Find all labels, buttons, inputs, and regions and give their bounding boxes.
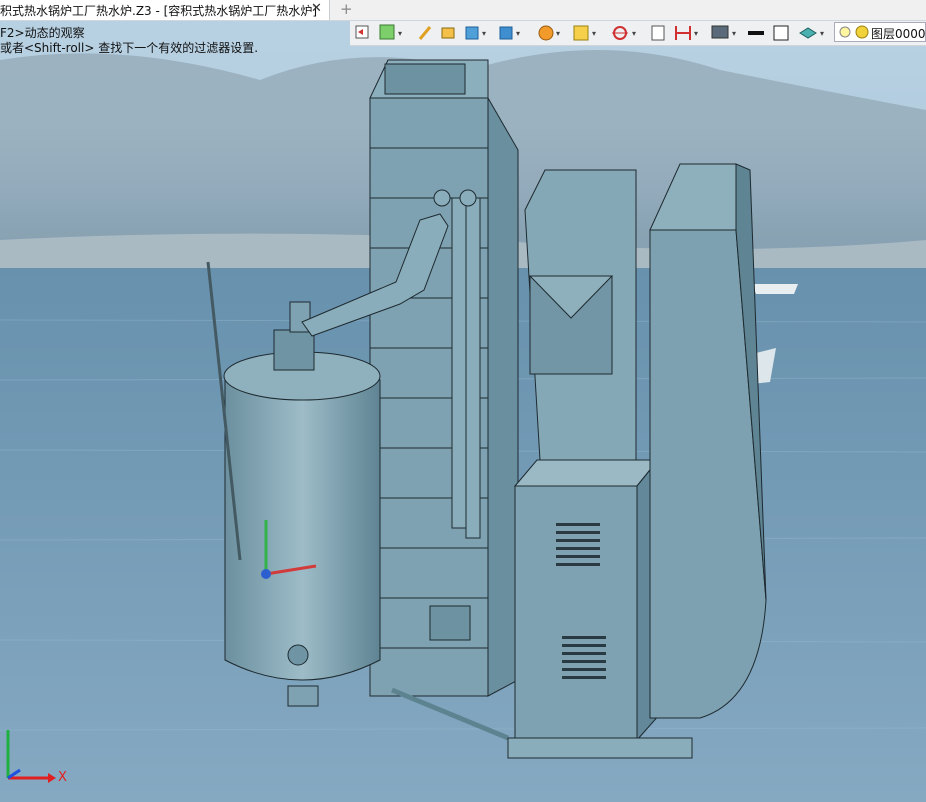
svg-text:▾: ▾ [694, 29, 698, 38]
light-bulb-icon [839, 26, 851, 38]
layer-status-icons [839, 25, 869, 39]
sheet-icon [651, 25, 665, 41]
status-hint-line-2: 或者<Shift-roll> 查找下一个有效的过滤器设置. [0, 41, 259, 55]
monitor-icon [711, 25, 729, 39]
box-icon [441, 27, 455, 39]
svg-text:▾: ▾ [820, 29, 824, 38]
svg-text:▾: ▾ [732, 29, 736, 38]
3d-viewport[interactable]: X F2>动态的观察 或者<Shift-roll> 查找下一个有效的过滤器设置. [0, 0, 926, 802]
document-tab-bar: 积式热水锅炉工厂热水炉.Z3 - [容积式热水锅炉工厂热水炉] ✕ + [0, 0, 926, 21]
document-tab-title: 积式热水锅炉工厂热水炉.Z3 - [容积式热水锅炉工厂热水炉] [0, 4, 317, 18]
boat [752, 284, 798, 294]
origin-icon [612, 26, 628, 40]
undo-icon [355, 25, 369, 39]
svg-text:▾: ▾ [556, 29, 560, 38]
model-scene[interactable] [0, 0, 926, 802]
layer-selector[interactable]: 图层0000 [834, 22, 926, 42]
svg-text:▾: ▾ [592, 29, 596, 38]
x-axis-label: X [58, 770, 67, 785]
paint-icon [379, 24, 395, 40]
document-tab[interactable]: 积式热水锅炉工厂热水炉.Z3 - [容积式热水锅炉工厂热水炉] ✕ [0, 0, 330, 20]
vertical-pipe-1 [451, 197, 467, 529]
vertical-pipe-2 [465, 197, 481, 539]
svg-text:▾: ▾ [482, 29, 486, 38]
square-icon [773, 25, 789, 41]
pencil-icon [418, 26, 432, 40]
layer-name: 图层0000 [871, 27, 926, 41]
render-sphere-icon [538, 25, 554, 41]
svg-text:▾: ▾ [632, 29, 636, 38]
water-heater-tank [223, 301, 381, 707]
svg-text:▾: ▾ [398, 29, 402, 38]
view-cube-icon [499, 26, 513, 40]
line-weight-icon [748, 31, 764, 35]
layer-color-icon [855, 25, 869, 39]
cube-icon [465, 26, 479, 40]
texture-icon [573, 25, 589, 41]
close-icon[interactable]: ✕ [311, 1, 322, 16]
new-tab-icon[interactable]: + [340, 0, 353, 18]
exhaust-duct [649, 163, 767, 719]
svg-text:▾: ▾ [516, 29, 520, 38]
chimney-stack [369, 59, 519, 697]
layers-icon [799, 27, 817, 39]
dimension-icon [675, 26, 691, 40]
